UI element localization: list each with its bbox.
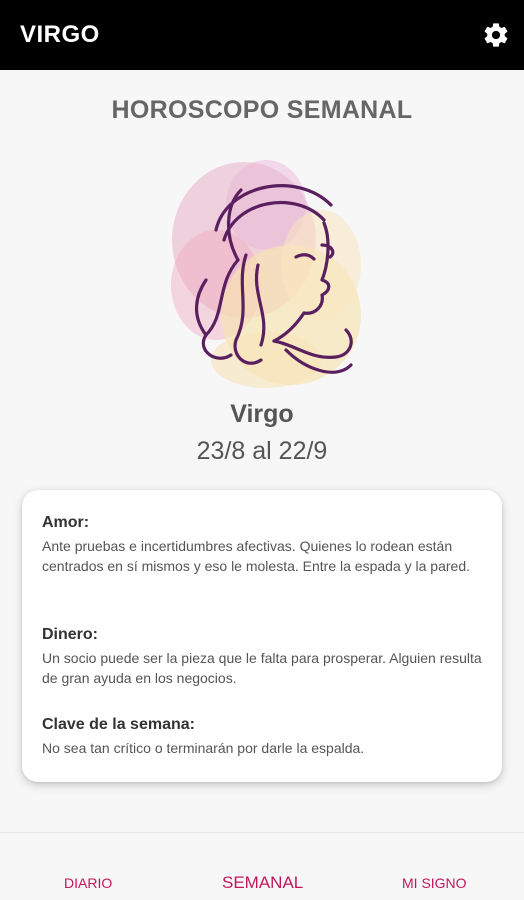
section-title: Clave de la semana: bbox=[42, 716, 195, 733]
tab-mi-signo[interactable]: MI SIGNO bbox=[402, 875, 467, 891]
section-title: Amor: bbox=[42, 514, 90, 531]
section-clave: Clave de la semana: No sea tan crítico o… bbox=[42, 714, 490, 758]
section-title: Dinero: bbox=[42, 626, 98, 643]
section-amor: Amor: Ante pruebas e incertidumbres afec… bbox=[42, 512, 490, 576]
virgo-woman-illustration bbox=[146, 145, 378, 397]
tab-diario[interactable]: DIARIO bbox=[64, 875, 112, 891]
section-text: No sea tan crítico o terminarán por darl… bbox=[42, 740, 365, 756]
page-title: HOROSCOPO SEMANAL bbox=[111, 96, 413, 124]
bottom-nav: DIARIO SEMANAL MI SIGNO bbox=[0, 833, 524, 900]
section-text: Un socio puede ser la pieza que le falta… bbox=[42, 650, 482, 686]
sign-dates: 23/8 al 22/9 bbox=[196, 437, 328, 465]
app-title: VIRGO bbox=[20, 21, 100, 48]
horoscope-card: Amor: Ante pruebas e incertidumbres afec… bbox=[22, 490, 502, 782]
section-dinero: Dinero: Un socio puede ser la pieza que … bbox=[42, 624, 490, 688]
gear-icon[interactable] bbox=[482, 21, 510, 49]
section-text: Ante pruebas e incertidumbres afectivas.… bbox=[42, 538, 470, 574]
tab-semanal[interactable]: SEMANAL bbox=[222, 873, 303, 893]
sign-name: Virgo bbox=[230, 400, 294, 428]
app-bar: VIRGO bbox=[0, 0, 524, 70]
